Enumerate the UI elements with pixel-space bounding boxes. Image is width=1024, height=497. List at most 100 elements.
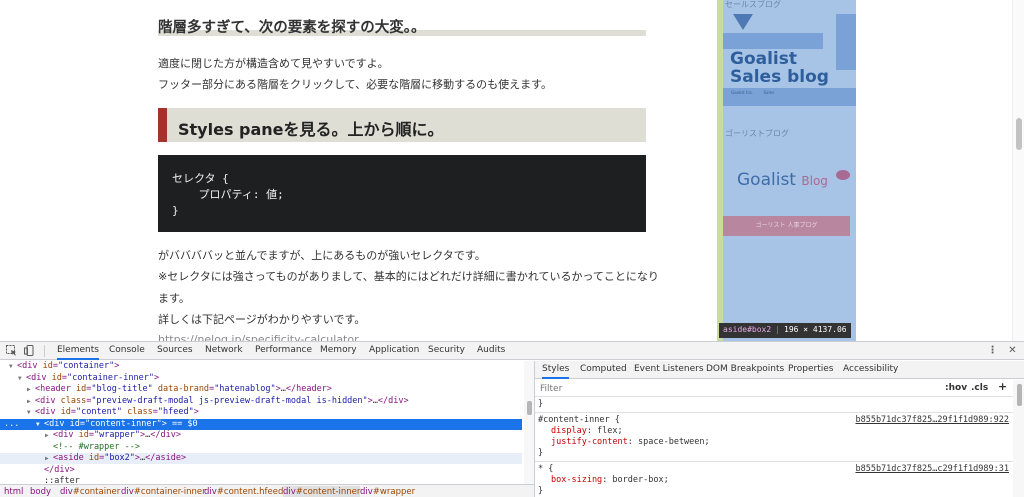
tab-audits[interactable]: Audits <box>477 342 505 360</box>
rule-source-link[interactable]: b855b71dc37f825…29f1f1d989:922 <box>855 415 1009 426</box>
sidebar-label: セールスブログ <box>725 0 781 9</box>
expand-arrow-icon[interactable]: ▶ <box>27 384 35 395</box>
tab-security[interactable]: Security <box>428 342 465 360</box>
rule-close-brace: } <box>538 399 544 409</box>
caption-text: Goalist Inc. <box>731 90 754 95</box>
hover-state-toggle[interactable]: :hov <box>945 383 967 393</box>
style-rules: } #content-inner { b855b71dc37f825…29f1f… <box>535 398 1013 497</box>
breadcrumb-item[interactable]: div#wrapper <box>360 486 415 497</box>
breadcrumb-item[interactable]: body <box>30 486 51 497</box>
dom-node[interactable]: ▶ <header id="blog-title" data-brand="hat… <box>0 384 522 395</box>
dom-node[interactable]: ... ▼ <div id="content-inner"> == $0 <box>0 418 522 430</box>
inspect-element-icon[interactable] <box>6 345 17 356</box>
paragraph: ます。 <box>158 292 190 305</box>
dom-node[interactable]: ::after <box>0 476 522 484</box>
reference-link[interactable]: https://nelog.jp/specificity-calculator <box>158 333 359 341</box>
toolbar-separator <box>44 345 45 357</box>
expand-arrow-icon[interactable]: ▶ <box>45 453 53 464</box>
css-declaration[interactable]: display: flex; <box>551 426 623 437</box>
expand-arrow-icon[interactable]: ▶ <box>27 396 35 407</box>
css-value: : flex; <box>586 426 623 436</box>
class-toggle[interactable]: .cls <box>971 383 988 393</box>
logo-text: Goalist <box>737 170 796 190</box>
banner-triangle <box>733 14 753 30</box>
tab-computed[interactable]: Computed <box>580 361 627 379</box>
styles-filter-input[interactable] <box>540 382 935 395</box>
hr-blog-banner[interactable]: ゴーリスト 人事ブログ <box>723 216 850 236</box>
sales-blog-title-line: Sales blog <box>730 67 829 87</box>
dom-node[interactable]: ▼ <div id="content" class="hfeed"> <box>0 407 522 418</box>
breadcrumb-item[interactable]: div#content.hfeed <box>204 486 283 497</box>
dom-node[interactable]: ▼ <div id="container-inner"> <box>0 373 522 384</box>
tab-sources[interactable]: Sources <box>157 342 193 360</box>
close-icon[interactable]: ✕ <box>1007 345 1018 356</box>
styles-scrollbar[interactable] <box>1013 380 1024 497</box>
code-block: セレクタ { プロパティ: 値; } <box>158 155 646 232</box>
css-property: display <box>551 426 587 436</box>
css-value: : border-box; <box>602 475 669 485</box>
tooltip-selector: aside#box2 <box>723 325 772 334</box>
code-line: } <box>172 204 179 217</box>
elements-scrollbar[interactable] <box>524 361 534 484</box>
tab-accessibility[interactable]: Accessibility <box>843 361 898 379</box>
tooltip-size: 196 × 4137.06 <box>784 325 847 334</box>
selected-dots: ... <box>4 418 20 429</box>
tab-memory[interactable]: Memory <box>320 342 357 360</box>
css-property: justify-content <box>551 437 628 447</box>
code-line: プロパティ: 値; <box>172 188 284 201</box>
sidebar-highlighted: セールスブログ Goalist Sales blog Goalist Inc. … <box>717 0 856 341</box>
tab-styles[interactable]: Styles <box>542 361 570 379</box>
css-value: : space-between; <box>627 437 710 447</box>
expand-arrow-icon[interactable]: ▼ <box>36 419 44 430</box>
dom-node[interactable]: <!-- #wrapper --> <box>0 442 522 453</box>
sales-blog-banner[interactable]: Goalist Sales blog <box>730 50 829 86</box>
sidebar-label: ゴーリストブログ <box>725 129 789 138</box>
tab-dom-breakpoints[interactable]: DOM Breakpoints <box>706 361 784 379</box>
expand-arrow-icon[interactable]: ▼ <box>18 373 26 384</box>
breadcrumb-item[interactable]: div#container-inner <box>121 486 206 497</box>
tab-elements[interactable]: Elements <box>57 342 99 360</box>
paragraph: 詳しくは下記ページがわかりやすいです。 <box>158 313 366 326</box>
goalist-blog-logo[interactable]: Goalist Blog <box>737 170 828 190</box>
expand-arrow-icon[interactable]: ▼ <box>27 407 35 418</box>
paragraph: がババババッと並んでますが、上にあるものが強いセレクタです。 <box>158 249 486 262</box>
tab-properties[interactable]: Properties <box>788 361 833 379</box>
styles-pane: Styles Computed Event Listeners DOM Breakpo… <box>534 361 1024 497</box>
tooltip-divider: | <box>775 325 780 334</box>
tab-network[interactable]: Network <box>205 342 243 360</box>
dom-node[interactable]: ▶ <div class="preview-draft-modal js-prev… <box>0 396 522 407</box>
dom-node[interactable]: </div> <box>0 465 522 476</box>
logo-blog-text: Blog <box>801 174 828 188</box>
new-rule-button[interactable]: + <box>998 380 1007 393</box>
breadcrumb-item[interactable]: div#content-inner <box>283 486 361 497</box>
css-declaration[interactable]: justify-content: space-between; <box>551 437 710 448</box>
elements-scroll-thumb[interactable] <box>527 401 532 415</box>
section-heading-main: Styles paneを見る。上から順に。 <box>158 108 646 142</box>
breadcrumb-item[interactable]: html <box>4 486 23 497</box>
tab-performance[interactable]: Performance <box>255 342 312 360</box>
rule-source-link[interactable]: b855b71dc37f825…c29f1f1d989:31 <box>855 464 1009 475</box>
more-options-icon[interactable]: ⋮ <box>987 345 998 356</box>
rule-selector[interactable]: #content-inner { <box>538 415 620 426</box>
expand-arrow-icon[interactable]: ▶ <box>45 430 53 441</box>
banner-caption: Goalist Inc. Sales <box>731 90 774 95</box>
dom-node[interactable]: ▼ <div id="container"> <box>0 361 522 372</box>
page-scroll-thumb[interactable] <box>1016 118 1022 150</box>
device-toolbar-icon[interactable] <box>24 345 35 356</box>
section-heading: 階層多すぎて、次の要素を探すの大変。。 <box>158 12 646 36</box>
expand-arrow-icon[interactable]: ▼ <box>9 361 17 372</box>
devtools-toolbar: Elements Console Sources Network Performance… <box>0 342 1024 360</box>
styles-scroll-thumb[interactable] <box>1017 384 1022 406</box>
css-property: box-sizing <box>551 475 603 485</box>
tab-event-listeners[interactable]: Event Listeners <box>634 361 704 379</box>
breadcrumb-item[interactable]: div#container <box>60 486 120 497</box>
css-declaration[interactable]: box-sizing: border-box; <box>551 475 669 486</box>
styles-filter-bar: :hov .cls + <box>535 380 1013 397</box>
tab-console[interactable]: Console <box>109 342 145 360</box>
code-line: セレクタ { <box>172 172 229 185</box>
dom-node[interactable]: ▶ <aside id="box2">…</aside> <box>0 453 522 464</box>
dom-node[interactable]: ▶ <div id="wrapper">…</div> <box>0 430 522 441</box>
rule-selector[interactable]: * { <box>538 464 553 475</box>
tab-application[interactable]: Application <box>369 342 419 360</box>
page-scrollbar[interactable] <box>1012 0 1024 341</box>
